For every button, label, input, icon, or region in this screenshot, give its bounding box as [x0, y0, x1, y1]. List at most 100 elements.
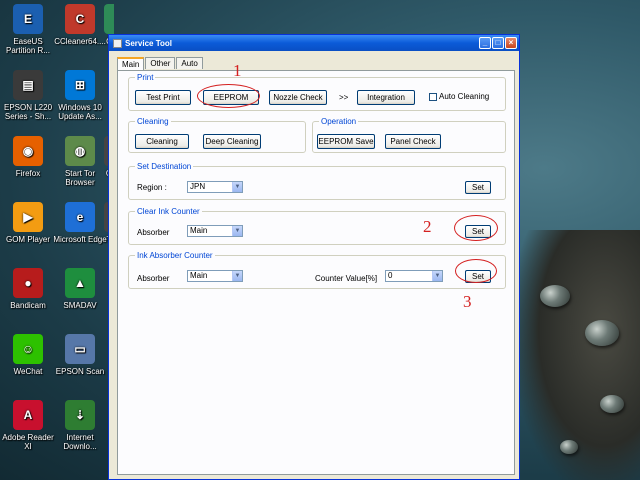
set-destination-title: Set Destination: [135, 162, 194, 171]
ink-absorber-select[interactable]: Main ▼: [187, 270, 243, 282]
panel-check-button[interactable]: Panel Check: [385, 134, 441, 149]
operation-group-title: Operation: [319, 117, 359, 126]
eeprom-save-button[interactable]: EEPROM Save: [317, 134, 375, 149]
ink-absorber-counter-group: Ink Absorber Counter Absorber Main ▼ Cou…: [128, 251, 506, 289]
clear-ink-absorber-select[interactable]: Main ▼: [187, 225, 243, 237]
annotation-number-3: 3: [463, 292, 472, 311]
edge-icon: e: [65, 202, 95, 232]
counter-value-label: Counter Value[%]: [315, 274, 378, 283]
minimize-button[interactable]: _: [479, 37, 491, 49]
ink-absorber-counter-title: Ink Absorber Counter: [135, 251, 215, 260]
counter-value-select[interactable]: 0 ▼: [385, 270, 443, 282]
firefox-icon: ◉: [13, 136, 43, 166]
region-label: Region :: [137, 183, 167, 192]
desktop-icon-label: CCleaner64....: [54, 37, 106, 46]
desktop-icon-epson-scan[interactable]: ▭ EPSON Scan: [52, 334, 108, 376]
desktop-icon-label: Windows 10 Update As...: [58, 103, 102, 121]
desktop-icon-label: Adobe Reader XI: [2, 433, 54, 451]
ccleaner-icon: C: [65, 4, 95, 34]
desktop-icon-label: WeChat: [13, 367, 43, 376]
desktop-icon-epson-l220[interactable]: ▤ EPSON L220 Series - Sh...: [0, 70, 56, 121]
desktop-icon-adobe[interactable]: A Adobe Reader XI: [0, 400, 56, 451]
water-drop: [560, 440, 578, 454]
nozzle-check-button[interactable]: Nozzle Check: [269, 90, 327, 105]
arrow-separator: >>: [339, 93, 349, 102]
adobe-icon: A: [13, 400, 43, 430]
chevron-down-icon[interactable]: ▼: [232, 226, 242, 236]
cleaning-group: Cleaning Cleaning Deep Cleaning: [128, 117, 306, 153]
window-title: Service Tool: [125, 38, 172, 48]
clear-ink-counter-group: Clear Ink Counter Absorber Main ▼ Set: [128, 207, 506, 245]
region-value: JPN: [190, 182, 206, 191]
annotation-oval-clear-ink-set: [454, 215, 498, 241]
desktop-icon-smadav[interactable]: ▲ SMADAV: [52, 268, 108, 310]
tor-icon: ◍: [65, 136, 95, 166]
chevron-down-icon[interactable]: ▼: [232, 182, 242, 192]
desktop-icon-gom[interactable]: ▶ GOM Player: [0, 202, 56, 244]
desktop-icon-label: Bandicam: [10, 301, 46, 310]
desktop-icon-firefox[interactable]: ◉ Firefox: [0, 136, 56, 178]
desktop-icon-tor[interactable]: ◍ Start Tor Browser: [52, 136, 108, 187]
destination-set-button[interactable]: Set: [465, 181, 491, 194]
annotation-number-1: 1: [233, 61, 242, 80]
desktop-icon-wechat[interactable]: ☺ WeChat: [0, 334, 56, 376]
chevron-down-icon[interactable]: ▼: [232, 271, 242, 281]
region-select[interactable]: JPN ▼: [187, 181, 243, 193]
easeus-icon: E: [13, 4, 43, 34]
annotation-oval-ink-absorber-set: [455, 259, 497, 283]
desktop-icon-windows10[interactable]: ⊞ Windows 10 Update As...: [52, 70, 108, 121]
clear-ink-absorber-label: Absorber: [137, 228, 170, 237]
set-destination-group: Set Destination Region : JPN ▼ Set: [128, 162, 506, 200]
desktop-icon-label: Firefox: [15, 169, 41, 178]
desktop-icon-edge[interactable]: e Microsoft Edge: [52, 202, 108, 244]
desktop-icon-label: Internet Downlo...: [63, 433, 97, 451]
desktop-icon-ccleaner[interactable]: C CCleaner64....: [52, 4, 108, 46]
desktop-icon-easeus[interactable]: E EaseUS Partition R...: [0, 4, 56, 55]
water-drop: [600, 395, 624, 413]
clear-ink-counter-title: Clear Ink Counter: [135, 207, 202, 216]
print-group-title: Print: [135, 73, 156, 82]
counter-value: 0: [388, 271, 393, 280]
app-icon: [113, 38, 122, 48]
water-drop: [540, 285, 570, 307]
desktop-icon-idm[interactable]: ⇣ Internet Downlo...: [52, 400, 108, 451]
ink-absorber-value: Main: [190, 271, 208, 280]
cut-icon-icon: ↗: [104, 4, 114, 34]
chevron-down-icon[interactable]: ▼: [432, 271, 442, 281]
auto-cleaning-label: Auto Cleaning: [439, 92, 490, 101]
cleaning-group-title: Cleaning: [135, 117, 171, 126]
title-bar[interactable]: Service Tool _ □ ×: [109, 35, 519, 51]
tab-main[interactable]: Main: [117, 57, 145, 70]
tab-strip: Main Other Auto: [117, 57, 204, 70]
print-group: Print Test Print EEPROM Nozzle Check >> …: [128, 73, 506, 111]
test-print-button[interactable]: Test Print: [135, 90, 191, 105]
bandicam-icon: ●: [13, 268, 43, 298]
wallpaper-leaf: [520, 230, 640, 480]
cleaning-button[interactable]: Cleaning: [135, 134, 189, 149]
desktop-icon-label: EPSON Scan: [55, 367, 105, 376]
service-tool-window: Service Tool _ □ × Main Other Auto Print…: [108, 34, 520, 480]
idm-icon: ⇣: [65, 400, 95, 430]
epson-scan-icon: ▭: [65, 334, 95, 364]
maximize-button[interactable]: □: [492, 37, 504, 49]
auto-cleaning-checkbox[interactable]: [429, 93, 437, 101]
desktop-icon-label: EPSON L220 Series - Sh...: [3, 103, 53, 121]
desktop-icon-label: EaseUS Partition R...: [5, 37, 50, 55]
annotation-oval-eeprom: [197, 84, 260, 108]
integration-button[interactable]: Integration: [357, 90, 415, 105]
deep-cleaning-button[interactable]: Deep Cleaning: [203, 134, 261, 149]
epson-l220-icon: ▤: [13, 70, 43, 100]
annotation-number-2: 2: [423, 217, 432, 236]
windows10-icon: ⊞: [65, 70, 95, 100]
wechat-icon: ☺: [13, 334, 43, 364]
desktop-icon-label: Start Tor Browser: [64, 169, 96, 187]
ink-absorber-label: Absorber: [137, 274, 170, 283]
desktop-icon-bandicam[interactable]: ● Bandicam: [0, 268, 56, 310]
tab-other[interactable]: Other: [145, 57, 176, 69]
water-drop: [585, 320, 619, 346]
close-button[interactable]: ×: [505, 37, 517, 49]
desktop-icon-label: GOM Player: [5, 235, 50, 244]
tab-auto[interactable]: Auto: [176, 57, 203, 69]
clear-ink-absorber-value: Main: [190, 226, 208, 235]
gom-icon: ▶: [13, 202, 43, 232]
